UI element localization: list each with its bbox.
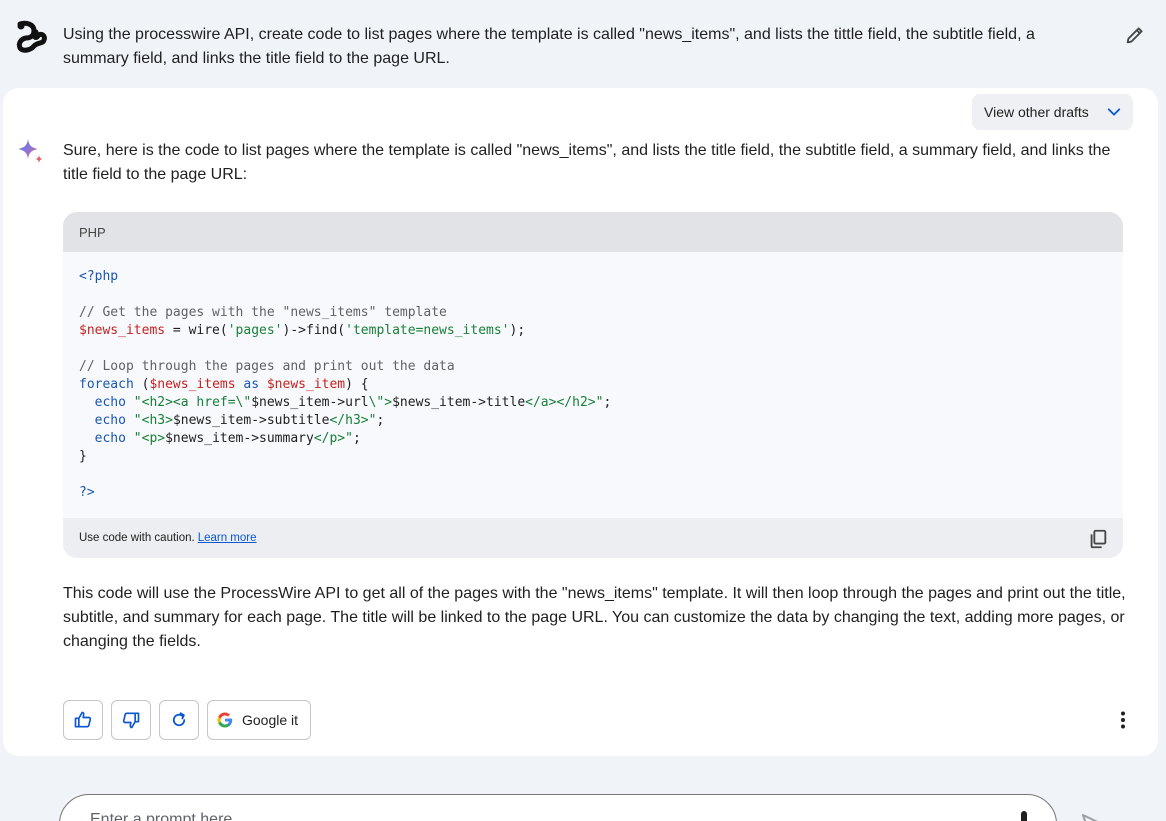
view-other-drafts-button[interactable]: View other drafts [972,94,1133,130]
send-icon[interactable] [1080,812,1104,821]
sparkle-icon [18,139,43,163]
refresh-icon [172,712,186,727]
response-outro: This code will use the ProcessWire API t… [63,585,1126,650]
user-prompt-text: Using the processwire API, create code t… [63,26,1035,67]
thumbs-up-button[interactable] [63,700,103,740]
thumbs-down-button[interactable] [111,700,151,740]
regenerate-button[interactable] [159,700,199,740]
response-intro: Sure, here is the code to list pages whe… [63,142,1111,183]
edit-prompt-button[interactable] [1120,20,1150,50]
code-text[interactable]: <?php // Get the pages with the "news_it… [79,268,1107,502]
caution-text: Use code with caution. [79,532,195,544]
drafts-label: View other drafts [984,104,1089,120]
more-vertical-icon [1121,711,1125,729]
thumbs-up-icon [74,711,92,728]
google-logo-icon [217,712,233,728]
code-body[interactable]: <?php // Get the pages with the "news_it… [63,252,1123,518]
user-avatar-icon [16,20,47,53]
pencil-icon [1126,27,1143,44]
copy-icon[interactable] [1087,528,1109,550]
code-footer: Use code with caution. Learn more [63,518,1123,558]
response-card: View other drafts Sure, here is the code… [3,88,1158,756]
learn-more-link[interactable]: Learn more [198,532,257,544]
thumbs-down-icon [122,712,140,729]
code-language-label: PHP [63,212,1123,252]
google-it-button[interactable]: Google it [207,700,312,740]
microphone-icon[interactable] [1018,811,1030,821]
more-options-button[interactable] [1111,708,1135,732]
user-prompt-row: Using the processwire API, create code t… [0,0,1166,86]
chevron-down-icon [1107,108,1121,116]
prompt-input-bar [59,794,1057,821]
code-block: PHP <?php // Get the pages with the "new… [63,212,1123,558]
response-actions: Google it [63,700,312,740]
google-it-label: Google it [242,712,299,728]
prompt-input[interactable] [90,811,990,821]
